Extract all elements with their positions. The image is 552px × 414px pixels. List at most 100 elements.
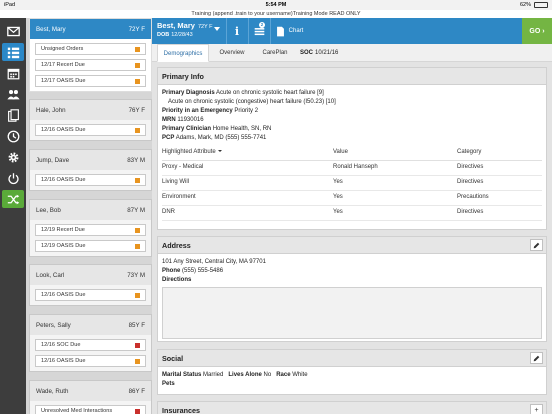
section-header: Social: [158, 350, 546, 367]
table-row[interactable]: Proxy - Medical Ronald Hanseph Directive…: [162, 160, 542, 176]
documents-icon[interactable]: [2, 106, 24, 124]
field-value: Home Health, SN, RN: [212, 126, 272, 132]
column-header-value: Value: [333, 145, 457, 161]
header-dob: DOB 12/28/43: [157, 32, 193, 38]
shuffle-icon[interactable]: [2, 190, 24, 208]
table-cell: Living Will: [162, 175, 333, 191]
go-button[interactable]: GO ›: [522, 18, 552, 44]
section-title: Primary Info: [162, 72, 204, 81]
tab-careplan[interactable]: CarePlan: [255, 44, 295, 62]
patient-card-header[interactable]: Peters, Sally 85Y F: [30, 315, 151, 335]
task-status-square: [135, 127, 140, 133]
task-label: Unresolved Med Interactions: [41, 408, 113, 414]
header-patient-name[interactable]: Best, Mary 72Y F: [157, 21, 213, 30]
table-row[interactable]: Living Will Yes Directives: [162, 175, 542, 191]
patient-card-header[interactable]: Look, Carl 73Y M: [30, 265, 151, 285]
people-icon[interactable]: [2, 85, 24, 103]
task-item[interactable]: 12/19 Recert Due: [35, 224, 146, 236]
task-item[interactable]: 12/16 OASIS Due: [35, 124, 146, 136]
patient-name: Best, Mary: [36, 25, 66, 33]
primary-info-section: Primary Info Primary Diagnosis Acute on …: [157, 67, 547, 230]
gear-icon[interactable]: [2, 148, 24, 166]
section-header: Address: [158, 237, 546, 254]
tab-demographics[interactable]: Demographics: [157, 44, 209, 62]
task-label: Unsigned Orders: [41, 46, 84, 52]
task-list-button[interactable]: 2: [248, 18, 270, 44]
add-insurance-button[interactable]: +: [530, 404, 543, 414]
calendar-icon[interactable]: [2, 64, 24, 82]
task-item[interactable]: 12/19 OASIS Due: [35, 240, 146, 252]
task-label: 12/16 OASIS Due: [41, 177, 86, 183]
clinician-row: Primary Clinician Home Health, SN, RN: [162, 125, 542, 134]
pcp-row: PCP Adams, Mark, MD (555) 555-7741: [162, 134, 542, 143]
table-cell: Precautions: [457, 190, 542, 206]
table-row[interactable]: Environment Yes Precautions: [162, 190, 542, 206]
envelope-icon[interactable]: [2, 22, 24, 40]
column-header-attribute[interactable]: Highlighted Attribute: [162, 145, 333, 161]
patient-card-header[interactable]: Best, Mary 72Y F: [30, 19, 151, 39]
task-status-square: [135, 227, 140, 233]
document-icon: [276, 26, 284, 36]
table-cell: Ronald Hanseph: [333, 160, 457, 176]
dob-label: DOB: [157, 32, 170, 38]
table-cell: DNR: [162, 205, 333, 221]
task-item[interactable]: 12/16 SOC Due: [35, 339, 146, 351]
plus-icon: +: [534, 406, 539, 414]
patient-card[interactable]: Lee, Bob 87Y M 12/19 Recert Due 12/19 OA…: [29, 199, 152, 257]
soc-value: 10/21/16: [315, 50, 339, 56]
column-header-category: Category: [457, 145, 542, 161]
edit-social-button[interactable]: [530, 352, 543, 364]
chevron-right-icon: ›: [542, 27, 545, 35]
patient-list-icon[interactable]: [2, 43, 24, 61]
patient-card[interactable]: Hale, John 76Y F 12/16 OASIS Due: [29, 99, 152, 141]
highlighted-attributes-table: Highlighted Attribute Value Category Pro…: [162, 145, 542, 221]
patient-card[interactable]: Best, Mary 72Y F Unsigned Orders 12/17 R…: [29, 18, 152, 92]
demographics-content[interactable]: Primary Info Primary Diagnosis Acute on …: [152, 62, 552, 414]
patient-agesex: 87Y M: [127, 206, 145, 214]
task-item[interactable]: Unsigned Orders: [35, 43, 146, 55]
patient-card[interactable]: Wade, Ruth 86Y F Unresolved Med Interact…: [29, 380, 152, 414]
tab-overview[interactable]: Overview: [212, 44, 252, 62]
patient-card[interactable]: Peters, Sally 85Y F 12/16 SOC Due 12/16 …: [29, 314, 152, 372]
edit-address-button[interactable]: [530, 239, 543, 251]
task-label: 12/17 OASIS Due: [41, 78, 86, 84]
patient-card-header[interactable]: Lee, Bob 87Y M: [30, 200, 151, 220]
patient-card-header[interactable]: Wade, Ruth 86Y F: [30, 381, 151, 401]
patient-card[interactable]: Jump, Dave 83Y M 12/16 OASIS Due: [29, 149, 152, 191]
field-value: Adams, Mark, MD (555) 555-7741: [175, 135, 267, 141]
patient-switch-chevron-down-icon[interactable]: [214, 27, 220, 31]
section-header: Primary Info: [158, 68, 546, 85]
field-label: Marital Status: [162, 372, 202, 378]
task-item[interactable]: 12/17 Recert Due: [35, 59, 146, 71]
patient-card-header[interactable]: Hale, John 76Y F: [30, 100, 151, 120]
battery-percent: 62%: [519, 2, 531, 8]
patient-agesex: 85Y F: [128, 321, 145, 329]
info-icon: i: [234, 24, 240, 38]
soc-label: SOC: [300, 50, 314, 56]
task-status-square: [135, 342, 140, 348]
patient-header: Best, Mary 72Y F DOB 12/28/43 i 2 Chart GO…: [152, 18, 552, 44]
task-item[interactable]: 12/16 OASIS Due: [35, 174, 146, 186]
info-button[interactable]: i: [226, 18, 248, 44]
patient-card[interactable]: Look, Carl 73Y M 12/16 OASIS Due: [29, 264, 152, 306]
patient-name: Hale, John: [36, 106, 66, 114]
table-cell: Directives: [457, 205, 542, 221]
patient-name: Lee, Bob: [36, 206, 61, 214]
chart-label: Chart: [288, 28, 304, 34]
pencil-icon: [533, 355, 540, 361]
task-item[interactable]: 12/16 OASIS Due: [35, 289, 146, 301]
patient-card-header[interactable]: Jump, Dave 83Y M: [30, 150, 151, 170]
mrn-row: MRN 11930016: [162, 116, 542, 125]
task-item[interactable]: Unresolved Med Interactions: [35, 405, 146, 414]
task-item[interactable]: 12/16 OASIS Due: [35, 355, 146, 367]
table-cell: Yes: [333, 175, 457, 191]
chart-button[interactable]: Chart: [272, 18, 306, 44]
table-row[interactable]: DNR Yes Directives: [162, 205, 542, 221]
diagnosis-detail: Acute on chronic systolic (congestive) h…: [168, 99, 336, 105]
power-icon[interactable]: [2, 169, 24, 187]
task-label: 12/17 Recert Due: [41, 62, 85, 68]
task-item[interactable]: 12/17 OASIS Due: [35, 75, 146, 87]
clock-icon[interactable]: [2, 127, 24, 145]
section-title: Insurances: [162, 406, 200, 414]
social-row: Marital Status Married Lives Alone No Ra…: [162, 371, 542, 380]
